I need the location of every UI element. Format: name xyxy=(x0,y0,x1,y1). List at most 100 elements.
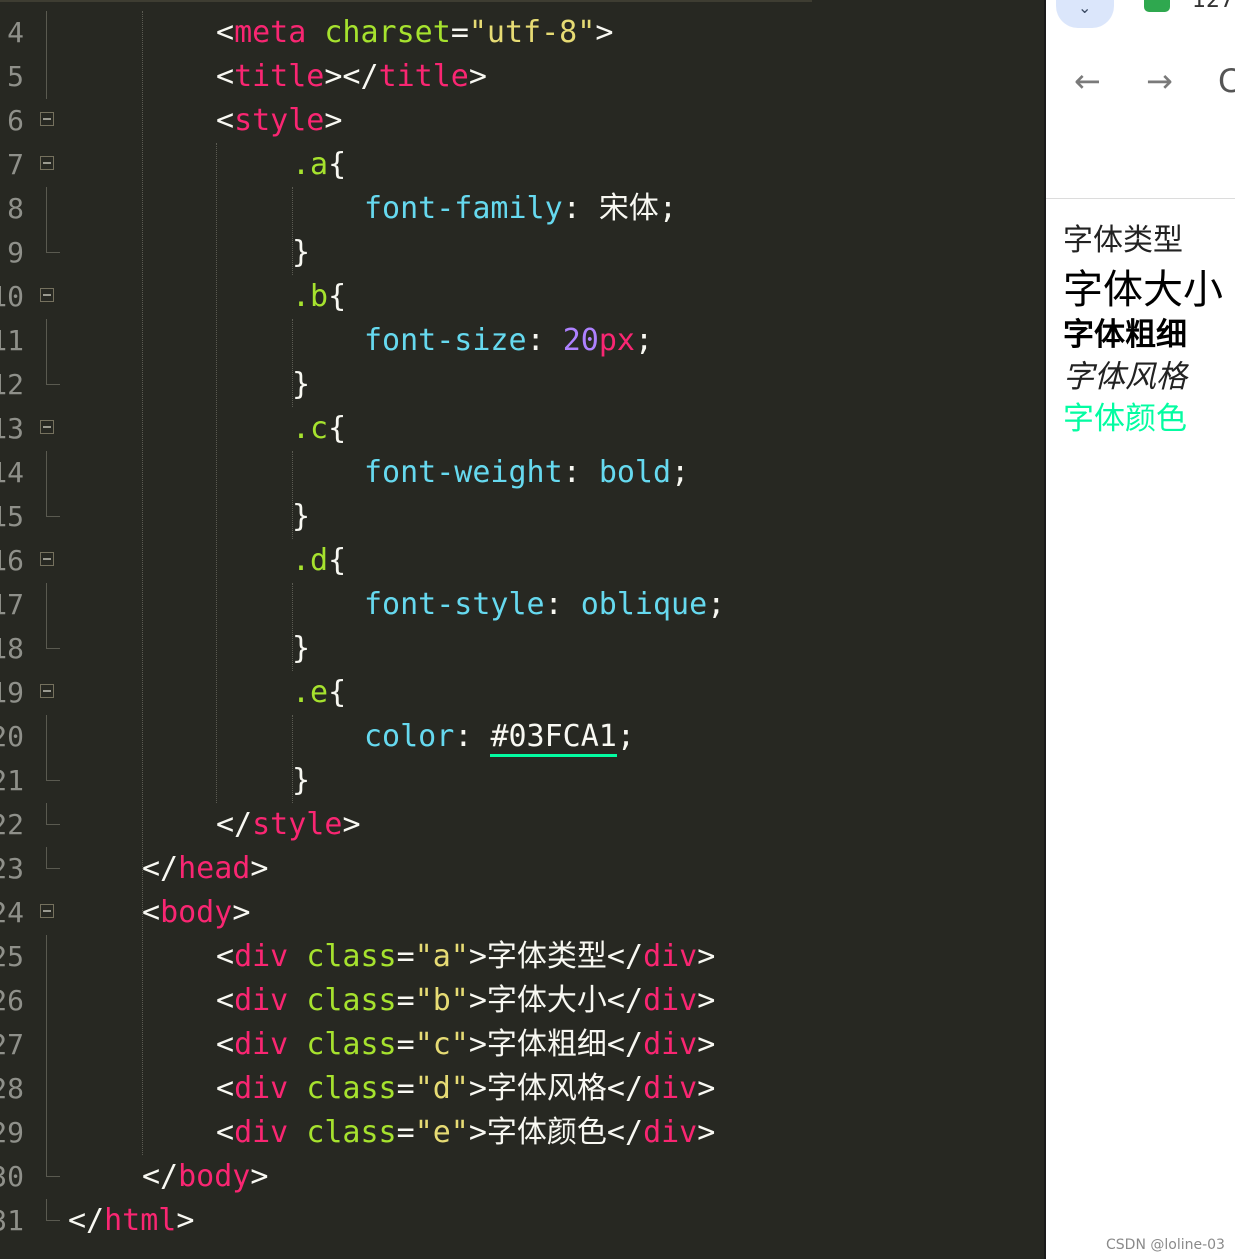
line-number: 23 xyxy=(0,852,24,885)
code-line[interactable]: 24 <body> xyxy=(0,891,1044,935)
code-line[interactable]: 4 <meta charset="utf-8"> xyxy=(0,11,1044,55)
demo-font-style: 字体风格 xyxy=(1063,359,1187,395)
rendered-page: 字体类型 字体大小 字体粗细 字体风格 字体颜色 xyxy=(1046,199,1235,1259)
indent-guide xyxy=(142,11,143,1155)
code-line[interactable]: 15} xyxy=(0,495,1044,539)
code-token: color xyxy=(364,719,455,754)
code-token: </ xyxy=(68,1203,105,1238)
code-line[interactable]: 31 </html> xyxy=(0,1199,1044,1243)
code-token: < xyxy=(216,983,235,1018)
code-token: 20 xyxy=(562,323,599,358)
code-line[interactable]: 10 .b{ xyxy=(0,275,1044,319)
code-token: < xyxy=(216,1027,235,1062)
reload-icon[interactable]: C xyxy=(1218,62,1235,100)
back-arrow-icon[interactable]: ← xyxy=(1074,62,1101,100)
code-text: <div class="b">字体大小</div> xyxy=(216,979,715,1023)
fold-toggle-icon[interactable] xyxy=(40,288,54,302)
line-number: 18 xyxy=(0,632,24,665)
code-token: = xyxy=(396,939,415,974)
code-line[interactable]: 28<div class="d">字体风格</div> xyxy=(0,1067,1044,1111)
tab-bar: ⌄ 127. xyxy=(1046,0,1235,40)
code-line[interactable]: 30 </body> xyxy=(0,1155,1044,1199)
code-line[interactable]: 11 font-size: 20px; xyxy=(0,319,1044,363)
fold-guide xyxy=(46,803,60,825)
code-token: >字体风格</ xyxy=(468,1071,644,1106)
code-token: ; xyxy=(707,587,726,622)
code-line[interactable]: 26<div class="b">字体大小</div> xyxy=(0,979,1044,1023)
code-token: : xyxy=(526,323,563,358)
code-text: .e{ xyxy=(292,671,346,715)
fold-toggle-icon[interactable] xyxy=(40,904,54,918)
code-line[interactable]: 25<div class="a">字体类型</div> xyxy=(0,935,1044,979)
code-token: bold xyxy=(598,455,672,490)
code-token: .c xyxy=(292,411,329,446)
fold-guide xyxy=(46,1023,47,1067)
line-number: 24 xyxy=(0,896,24,929)
code-line[interactable]: 18} xyxy=(0,627,1044,671)
code-text: color: #03FCA1; xyxy=(364,715,635,759)
code-text: .c{ xyxy=(292,407,346,451)
code-text: <meta charset="utf-8"> xyxy=(216,11,613,55)
code-line[interactable]: 22 </style> xyxy=(0,803,1044,847)
line-number: 10 xyxy=(0,280,24,313)
fold-guide xyxy=(46,55,47,99)
code-text: <body> xyxy=(142,891,250,935)
code-token: ; xyxy=(658,191,677,226)
code-line[interactable]: 29<div class="e">字体颜色</div> xyxy=(0,1111,1044,1155)
line-number: 4 xyxy=(7,16,24,49)
indent-guide xyxy=(292,319,293,407)
code-line[interactable]: 12} xyxy=(0,363,1044,407)
code-text: font-size: 20px; xyxy=(364,319,653,363)
fold-toggle-icon[interactable] xyxy=(40,552,54,566)
fold-guide xyxy=(46,1199,60,1221)
code-editor[interactable]: 4 <meta charset="utf-8"> 5 <title></title> 6… xyxy=(0,0,1044,1259)
fold-toggle-icon[interactable] xyxy=(40,684,54,698)
line-number: 20 xyxy=(0,720,24,753)
code-token: "c" xyxy=(414,1027,469,1062)
browser-window: ⌄ 127. ← → C 字体类型 字体大小 字体粗细 字体风格 字体颜色 CS… xyxy=(1044,0,1235,1259)
fold-toggle-icon[interactable] xyxy=(40,156,54,170)
code-line[interactable]: 8 font-family: 宋体; xyxy=(0,187,1044,231)
code-text: <title></title> xyxy=(216,55,487,99)
tab-search-button[interactable]: ⌄ xyxy=(1056,0,1114,28)
line-number: 21 xyxy=(0,764,24,797)
editor-top-border xyxy=(0,0,812,2)
fold-toggle-icon[interactable] xyxy=(40,112,54,126)
code-token: .d xyxy=(292,543,329,578)
code-text: <style> xyxy=(216,99,342,143)
fold-guide xyxy=(46,759,60,781)
code-line[interactable]: 19 .e{ xyxy=(0,671,1044,715)
code-token: > xyxy=(697,939,716,974)
forward-arrow-icon[interactable]: → xyxy=(1146,62,1173,100)
tab-favicon-icon xyxy=(1144,0,1170,12)
code-token: div xyxy=(643,1115,698,1150)
code-token: { xyxy=(328,543,347,578)
code-text: <div class="d">字体风格</div> xyxy=(216,1067,715,1111)
code-line[interactable]: 17 font-style: oblique; xyxy=(0,583,1044,627)
code-line[interactable]: 14 font-weight: bold; xyxy=(0,451,1044,495)
code-line[interactable]: 21} xyxy=(0,759,1044,803)
code-token: px xyxy=(598,323,635,358)
line-number: 29 xyxy=(0,1116,24,1149)
line-number: 22 xyxy=(0,808,24,841)
code-line[interactable]: 20 color: #03FCA1; xyxy=(0,715,1044,759)
fold-guide xyxy=(46,847,60,869)
code-line[interactable]: 27<div class="c">字体粗细</div> xyxy=(0,1023,1044,1067)
tab-title[interactable]: 127. xyxy=(1192,0,1235,13)
navigation-bar: ← → C xyxy=(1046,40,1235,199)
code-token: font-family xyxy=(364,191,563,226)
code-token: = xyxy=(396,1071,415,1106)
code-line[interactable]: 7 .a{ xyxy=(0,143,1044,187)
code-line[interactable]: 5 <title></title> xyxy=(0,55,1044,99)
code-line[interactable]: 16 .d{ xyxy=(0,539,1044,583)
code-line[interactable]: 23 </head> xyxy=(0,847,1044,891)
code-line[interactable]: 9} xyxy=(0,231,1044,275)
code-line[interactable]: 6 <style> xyxy=(0,99,1044,143)
code-token: class xyxy=(306,1115,397,1150)
code-token: div xyxy=(643,939,698,974)
fold-toggle-icon[interactable] xyxy=(40,420,54,434)
code-token: } xyxy=(292,499,311,534)
code-line[interactable]: 13 .c{ xyxy=(0,407,1044,451)
line-number: 7 xyxy=(7,148,24,181)
code-token: style xyxy=(252,807,343,842)
